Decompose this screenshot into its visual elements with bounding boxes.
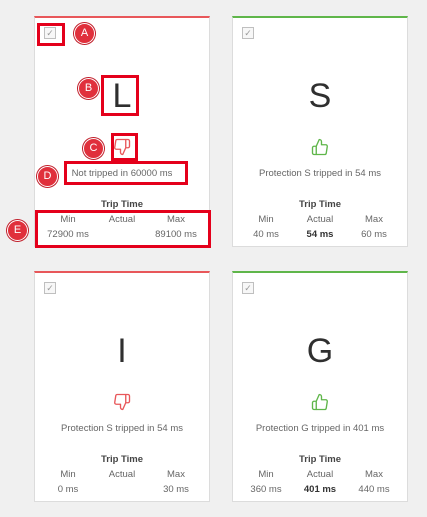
min-header: Min [60,469,76,480]
protection-card-i: ✓ I Protection S tripped in 54 ms Trip T… [34,271,210,502]
actual-header: Actual [306,214,334,225]
card-checkbox[interactable]: ✓ [242,282,254,294]
thumbs-up-icon [233,137,407,157]
highlight-letter [101,75,139,116]
trip-time-title: Trip Time [100,454,144,465]
min-value: 360 ms [250,484,282,495]
card-checkbox[interactable]: ✓ [44,282,56,294]
annotation-marker-a: A [74,23,95,44]
min-value: 0 ms [57,484,79,495]
trip-time-title: Trip Time [100,199,144,210]
thumbs-up-icon [233,392,407,412]
trip-result-text: Protection S tripped in 54 ms [259,168,381,179]
actual-header: Actual [108,469,136,480]
trip-time-title: Trip Time [298,454,342,465]
actual-value: 401 ms [303,484,337,495]
card-checkbox[interactable]: ✓ [242,27,254,39]
trip-result-text: Protection S tripped in 54 ms [61,423,183,434]
actual-value: 54 ms [306,229,334,240]
thumbs-down-icon [35,392,209,412]
max-value: 440 ms [358,484,390,495]
trip-time-headers: Min Actual Max [239,469,401,480]
protection-letter: G [306,332,334,370]
max-value: 60 ms [361,229,387,240]
trip-time-values: 40 ms 54 ms 60 ms [239,229,401,240]
highlight-trip-values [35,210,211,248]
min-header: Min [258,469,274,480]
protection-letter: I [117,332,127,370]
max-header: Max [167,469,185,480]
min-value: 40 ms [253,229,279,240]
highlight-thumb-icon [111,133,138,161]
trip-time-values: 0 ms 30 ms [41,484,203,495]
annotation-marker-e: E [7,220,28,241]
trip-time-headers: Min Actual Max [239,214,401,225]
highlight-checkbox [37,23,65,46]
trip-time-values: 360 ms 401 ms 440 ms [239,484,401,495]
annotation-marker-d: D [37,166,58,187]
actual-value [95,484,149,495]
trip-time-title: Trip Time [298,199,342,210]
annotation-marker-c: C [83,138,104,159]
protection-card-g: ✓ G Protection G tripped in 401 ms Trip … [232,271,408,502]
annotation-marker-b: B [78,78,99,99]
actual-header: Actual [306,469,334,480]
max-value: 30 ms [163,484,189,495]
min-header: Min [258,214,274,225]
max-header: Max [365,214,383,225]
max-header: Max [365,469,383,480]
highlight-result-text [64,161,188,185]
protection-letter: S [308,77,332,115]
trip-result-text: Protection G tripped in 401 ms [255,423,385,434]
protection-card-s: ✓ S Protection S tripped in 54 ms Trip T… [232,16,408,247]
trip-time-headers: Min Actual Max [41,469,203,480]
